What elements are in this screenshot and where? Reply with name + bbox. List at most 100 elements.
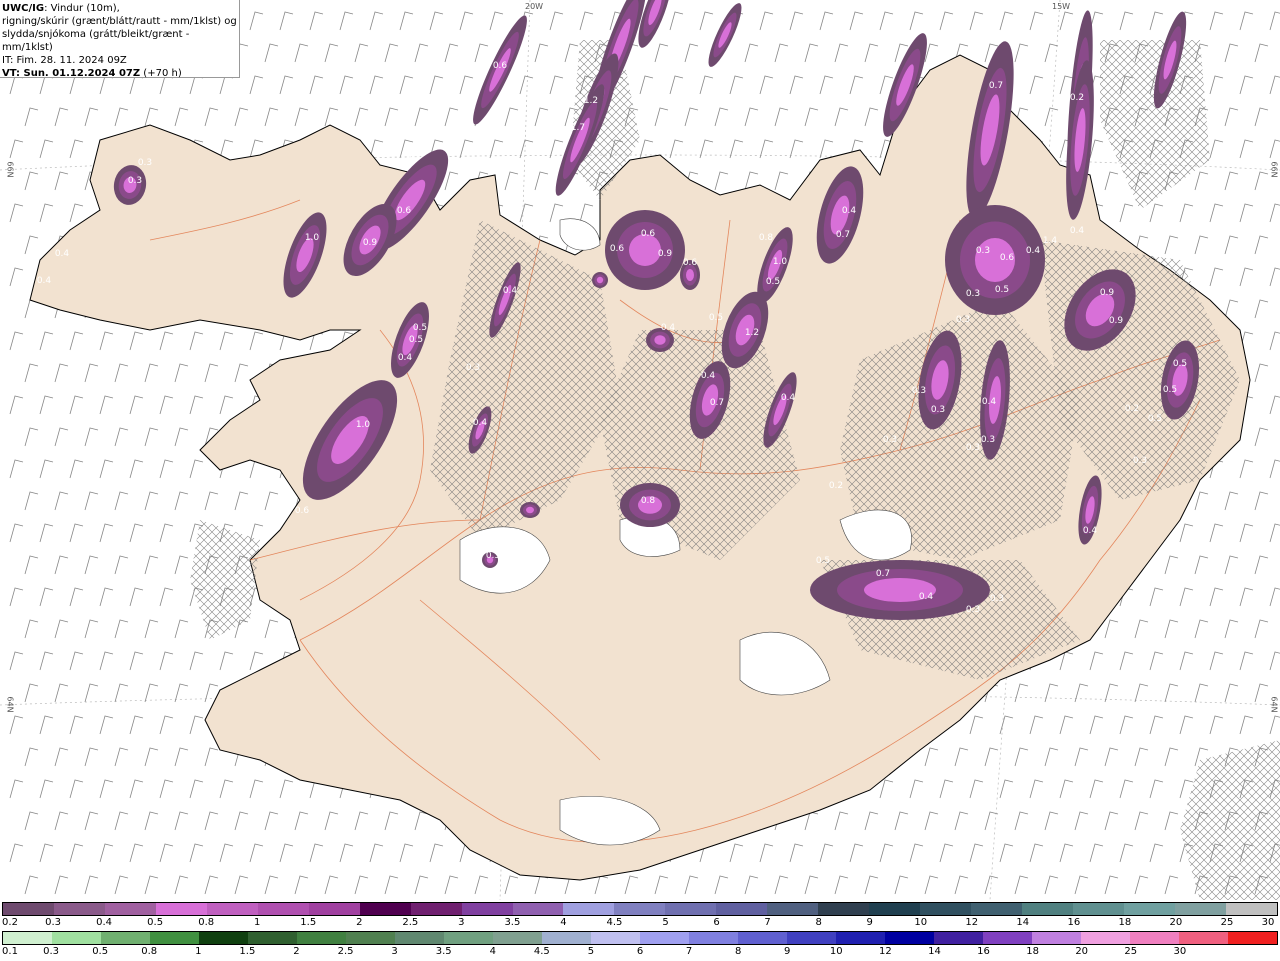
wind-barb	[189, 395, 204, 415]
wind-barb	[1179, 203, 1194, 223]
precip-value-label: 1.0	[773, 257, 788, 267]
wind-barb	[1254, 299, 1269, 319]
wind-barb	[924, 811, 939, 831]
wind-barb	[54, 107, 69, 127]
wind-barb	[879, 11, 894, 31]
wind-barb	[1239, 203, 1254, 223]
rain-legend-label: 18	[1026, 946, 1039, 957]
snow-legend-label: 20	[1169, 917, 1183, 928]
snow-legend-label: 18	[1118, 917, 1132, 928]
wind-barb	[144, 683, 159, 703]
wind-barb	[1179, 715, 1194, 735]
wind-barb	[24, 299, 39, 319]
rain-legend-label: 6	[636, 946, 644, 957]
wind-barb	[1059, 843, 1074, 863]
wind-barb	[1014, 875, 1029, 895]
wind-barb	[1149, 779, 1164, 799]
wind-barb	[744, 107, 759, 127]
wind-barb	[1209, 139, 1224, 159]
wind-barb	[84, 555, 99, 575]
snow-legend-label: 8	[815, 917, 822, 928]
wind-barb	[99, 843, 114, 863]
precip-value-label: 0.5	[1163, 385, 1177, 395]
wind-barb	[774, 107, 789, 127]
wind-barb	[294, 811, 309, 831]
wind-barb	[939, 843, 954, 863]
wind-barb	[954, 875, 969, 895]
wind-barb	[984, 747, 999, 767]
wind-barb	[504, 875, 519, 895]
wind-barb	[1104, 875, 1119, 895]
wind-barb	[1014, 683, 1029, 703]
snow-legend-label: 1	[254, 917, 261, 928]
wind-barb	[1044, 811, 1059, 831]
wind-barb	[9, 523, 24, 543]
wind-barb	[1119, 651, 1134, 671]
rain-legend-label: 8	[734, 946, 742, 957]
wind-barb	[1194, 235, 1209, 255]
wind-barb	[1224, 43, 1239, 63]
wind-barb	[459, 11, 474, 31]
wind-barb	[894, 875, 909, 895]
wind-barb	[1074, 747, 1089, 767]
wind-barb	[1239, 139, 1254, 159]
precip-value-label: 0.7	[989, 81, 1003, 91]
wind-barb	[909, 843, 924, 863]
wind-barb	[114, 363, 129, 383]
wind-barb	[1269, 203, 1280, 223]
wind-barb	[1254, 427, 1269, 447]
rain-legend-label: 1.5	[239, 946, 256, 957]
wind-barb	[234, 363, 249, 383]
wind-barb	[54, 683, 69, 703]
snow-swatch	[614, 903, 666, 915]
precip-value-label: 0.5	[766, 277, 780, 287]
snow-legend: 0.2 0.3 0.4 0.5 0.8 1 1.5 2 2.5 3 3.5 4 4.5 5 6 7 8 9 10 12…	[0, 902, 1280, 932]
wind-barb	[1239, 587, 1254, 607]
rain-swatch	[493, 932, 542, 944]
wind-barb	[399, 11, 414, 31]
snow-swatch	[920, 903, 972, 915]
wind-barb	[834, 43, 849, 63]
wind-barb	[1074, 683, 1089, 703]
wind-barb	[834, 875, 849, 895]
wind-barb	[129, 651, 144, 671]
wind-barb	[24, 875, 39, 895]
wind-barb	[69, 203, 84, 223]
precip-value-label: 0.5	[429, 101, 443, 111]
wind-barb	[1134, 619, 1149, 639]
wind-barb	[264, 875, 279, 895]
rain-swatch	[1032, 932, 1081, 944]
wind-barb	[969, 843, 984, 863]
map-canvas: 0.30.30.40.41.0 0.90.60.30.50.60.50.40.50…	[0, 0, 1280, 900]
precip-value-label: 1.4	[1043, 236, 1058, 246]
wind-barb	[1089, 843, 1104, 863]
wind-barb	[579, 203, 594, 223]
precip-contour	[686, 269, 694, 281]
snow-legend-label: 12	[965, 917, 979, 928]
wind-barb	[1254, 683, 1269, 703]
rain-legend-label: 0.8	[141, 946, 158, 957]
wind-barb	[39, 395, 54, 415]
wind-barb	[1014, 43, 1029, 63]
precip-value-label: 0.3	[1133, 456, 1147, 466]
snow-swatch	[716, 903, 768, 915]
wind-barb	[264, 107, 279, 127]
wind-barb	[999, 715, 1014, 735]
wind-barb	[684, 107, 699, 127]
wind-barb	[219, 779, 234, 799]
snow-legend-label: 30	[1261, 917, 1275, 928]
wind-barb	[309, 75, 324, 95]
precip-value-label: 0.5	[816, 556, 830, 566]
wind-barb	[879, 843, 894, 863]
wind-barb	[1269, 523, 1280, 543]
wind-barb	[1104, 171, 1119, 191]
precip-value-label: 0.7	[876, 569, 890, 579]
wind-barb	[69, 139, 84, 159]
wind-barb	[99, 587, 114, 607]
wind-barb	[9, 651, 24, 671]
wind-barb	[144, 555, 159, 575]
title-product: UWC/IG	[2, 3, 45, 14]
precip-cell	[708, 3, 742, 67]
wind-barb	[1029, 11, 1044, 31]
wind-barb	[219, 331, 234, 351]
